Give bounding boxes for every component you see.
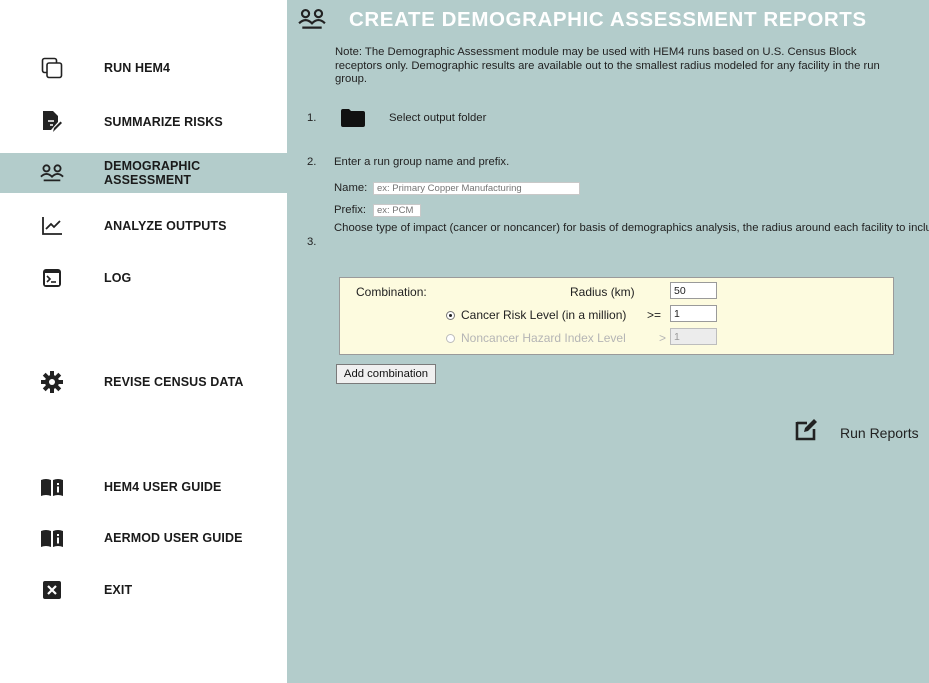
gear-icon <box>40 370 64 394</box>
book-info-icon <box>40 475 64 499</box>
step-3-number: 3. <box>307 236 317 248</box>
sidebar-item-demographic-assessment[interactable]: DEMOGRAPHIC ASSESSMENT <box>0 153 287 193</box>
radius-label: Radius (km) <box>570 285 635 299</box>
module-note: Note: The Demographic Assessment module … <box>335 46 880 85</box>
name-label: Name: <box>334 182 368 194</box>
cancer-operator: >= <box>647 308 662 322</box>
run-reports-label: Run Reports <box>840 425 919 441</box>
sidebar-item-analyze-outputs[interactable]: ANALYZE OUTPUTS <box>0 206 287 246</box>
main-panel: CREATE DEMOGRAPHIC ASSESSMENT REPORTS No… <box>287 0 929 683</box>
close-box-icon <box>40 578 64 602</box>
cancer-risk-radio[interactable] <box>446 311 455 320</box>
file-edit-icon <box>40 110 64 134</box>
cancer-risk-label[interactable]: Cancer Risk Level (in a million) <box>461 308 626 322</box>
add-combination-button[interactable]: Add combination <box>336 364 436 384</box>
sidebar-item-label: AERMOD USER GUIDE <box>104 531 243 545</box>
line-chart-icon <box>40 214 64 238</box>
sidebar-item-label: EXIT <box>104 583 133 597</box>
sidebar-item-exit[interactable]: EXIT <box>0 570 287 610</box>
page-title: CREATE DEMOGRAPHIC ASSESSMENT REPORTS <box>349 8 867 31</box>
sidebar-item-label: LOG <box>104 271 132 285</box>
noncancer-hazard-label[interactable]: Noncancer Hazard Index Level <box>461 331 626 345</box>
sidebar-item-summarize-risks[interactable]: SUMMARIZE RISKS <box>0 102 287 142</box>
noncancer-operator: > <box>659 331 667 345</box>
noncancer-hazard-radio[interactable] <box>446 334 455 343</box>
cancer-risk-input[interactable] <box>670 305 717 322</box>
combination-panel: Combination: Radius (km) Cancer Risk Lev… <box>339 277 894 355</box>
edit-note-icon <box>795 417 819 446</box>
terminal-icon <box>40 266 64 290</box>
sidebar-item-label: REVISE CENSUS DATA <box>104 375 244 389</box>
noncancer-hazard-input[interactable] <box>670 328 717 345</box>
sidebar-item-hem4-user-guide[interactable]: HEM4 USER GUIDE <box>0 467 287 507</box>
step-2-instruction: Enter a run group name and prefix. <box>334 156 510 168</box>
combination-label: Combination: <box>356 285 427 299</box>
sidebar-item-label: ANALYZE OUTPUTS <box>104 219 227 233</box>
run-group-prefix-input[interactable] <box>373 204 421 217</box>
sidebar-item-revise-census-data[interactable]: REVISE CENSUS DATA <box>0 362 287 402</box>
people-group-icon <box>40 161 64 185</box>
folder-icon[interactable] <box>341 109 365 127</box>
sidebar-item-label: SUMMARIZE RISKS <box>104 115 223 129</box>
copy-windows-icon <box>40 56 64 80</box>
run-reports-button[interactable]: Run Reports <box>790 414 925 448</box>
people-group-icon <box>298 8 326 35</box>
run-group-name-input[interactable] <box>373 182 580 195</box>
select-output-folder-label[interactable]: Select output folder <box>389 112 486 124</box>
sidebar-item-label: RUN HEM4 <box>104 61 171 75</box>
radius-input[interactable] <box>670 282 717 299</box>
sidebar-item-aermod-user-guide[interactable]: AERMOD USER GUIDE <box>0 518 287 558</box>
sidebar: RUN HEM4 SUMMARIZE RISKS DEMOGRAPHIC ASS… <box>0 0 287 683</box>
step-1-number: 1. <box>307 112 317 124</box>
step-3-instruction: Choose type of impact (cancer or noncanc… <box>334 222 929 236</box>
step-2-number: 2. <box>307 156 317 168</box>
step-3-text: Choose type of impact (cancer or noncanc… <box>334 222 929 234</box>
prefix-label: Prefix: <box>334 204 367 216</box>
sidebar-item-label: DEMOGRAPHIC ASSESSMENT <box>104 159 201 187</box>
sidebar-item-run-hem4[interactable]: RUN HEM4 <box>0 48 287 88</box>
sidebar-item-log[interactable]: LOG <box>0 258 287 298</box>
book-info-icon <box>40 526 64 550</box>
sidebar-item-label: HEM4 USER GUIDE <box>104 480 222 494</box>
